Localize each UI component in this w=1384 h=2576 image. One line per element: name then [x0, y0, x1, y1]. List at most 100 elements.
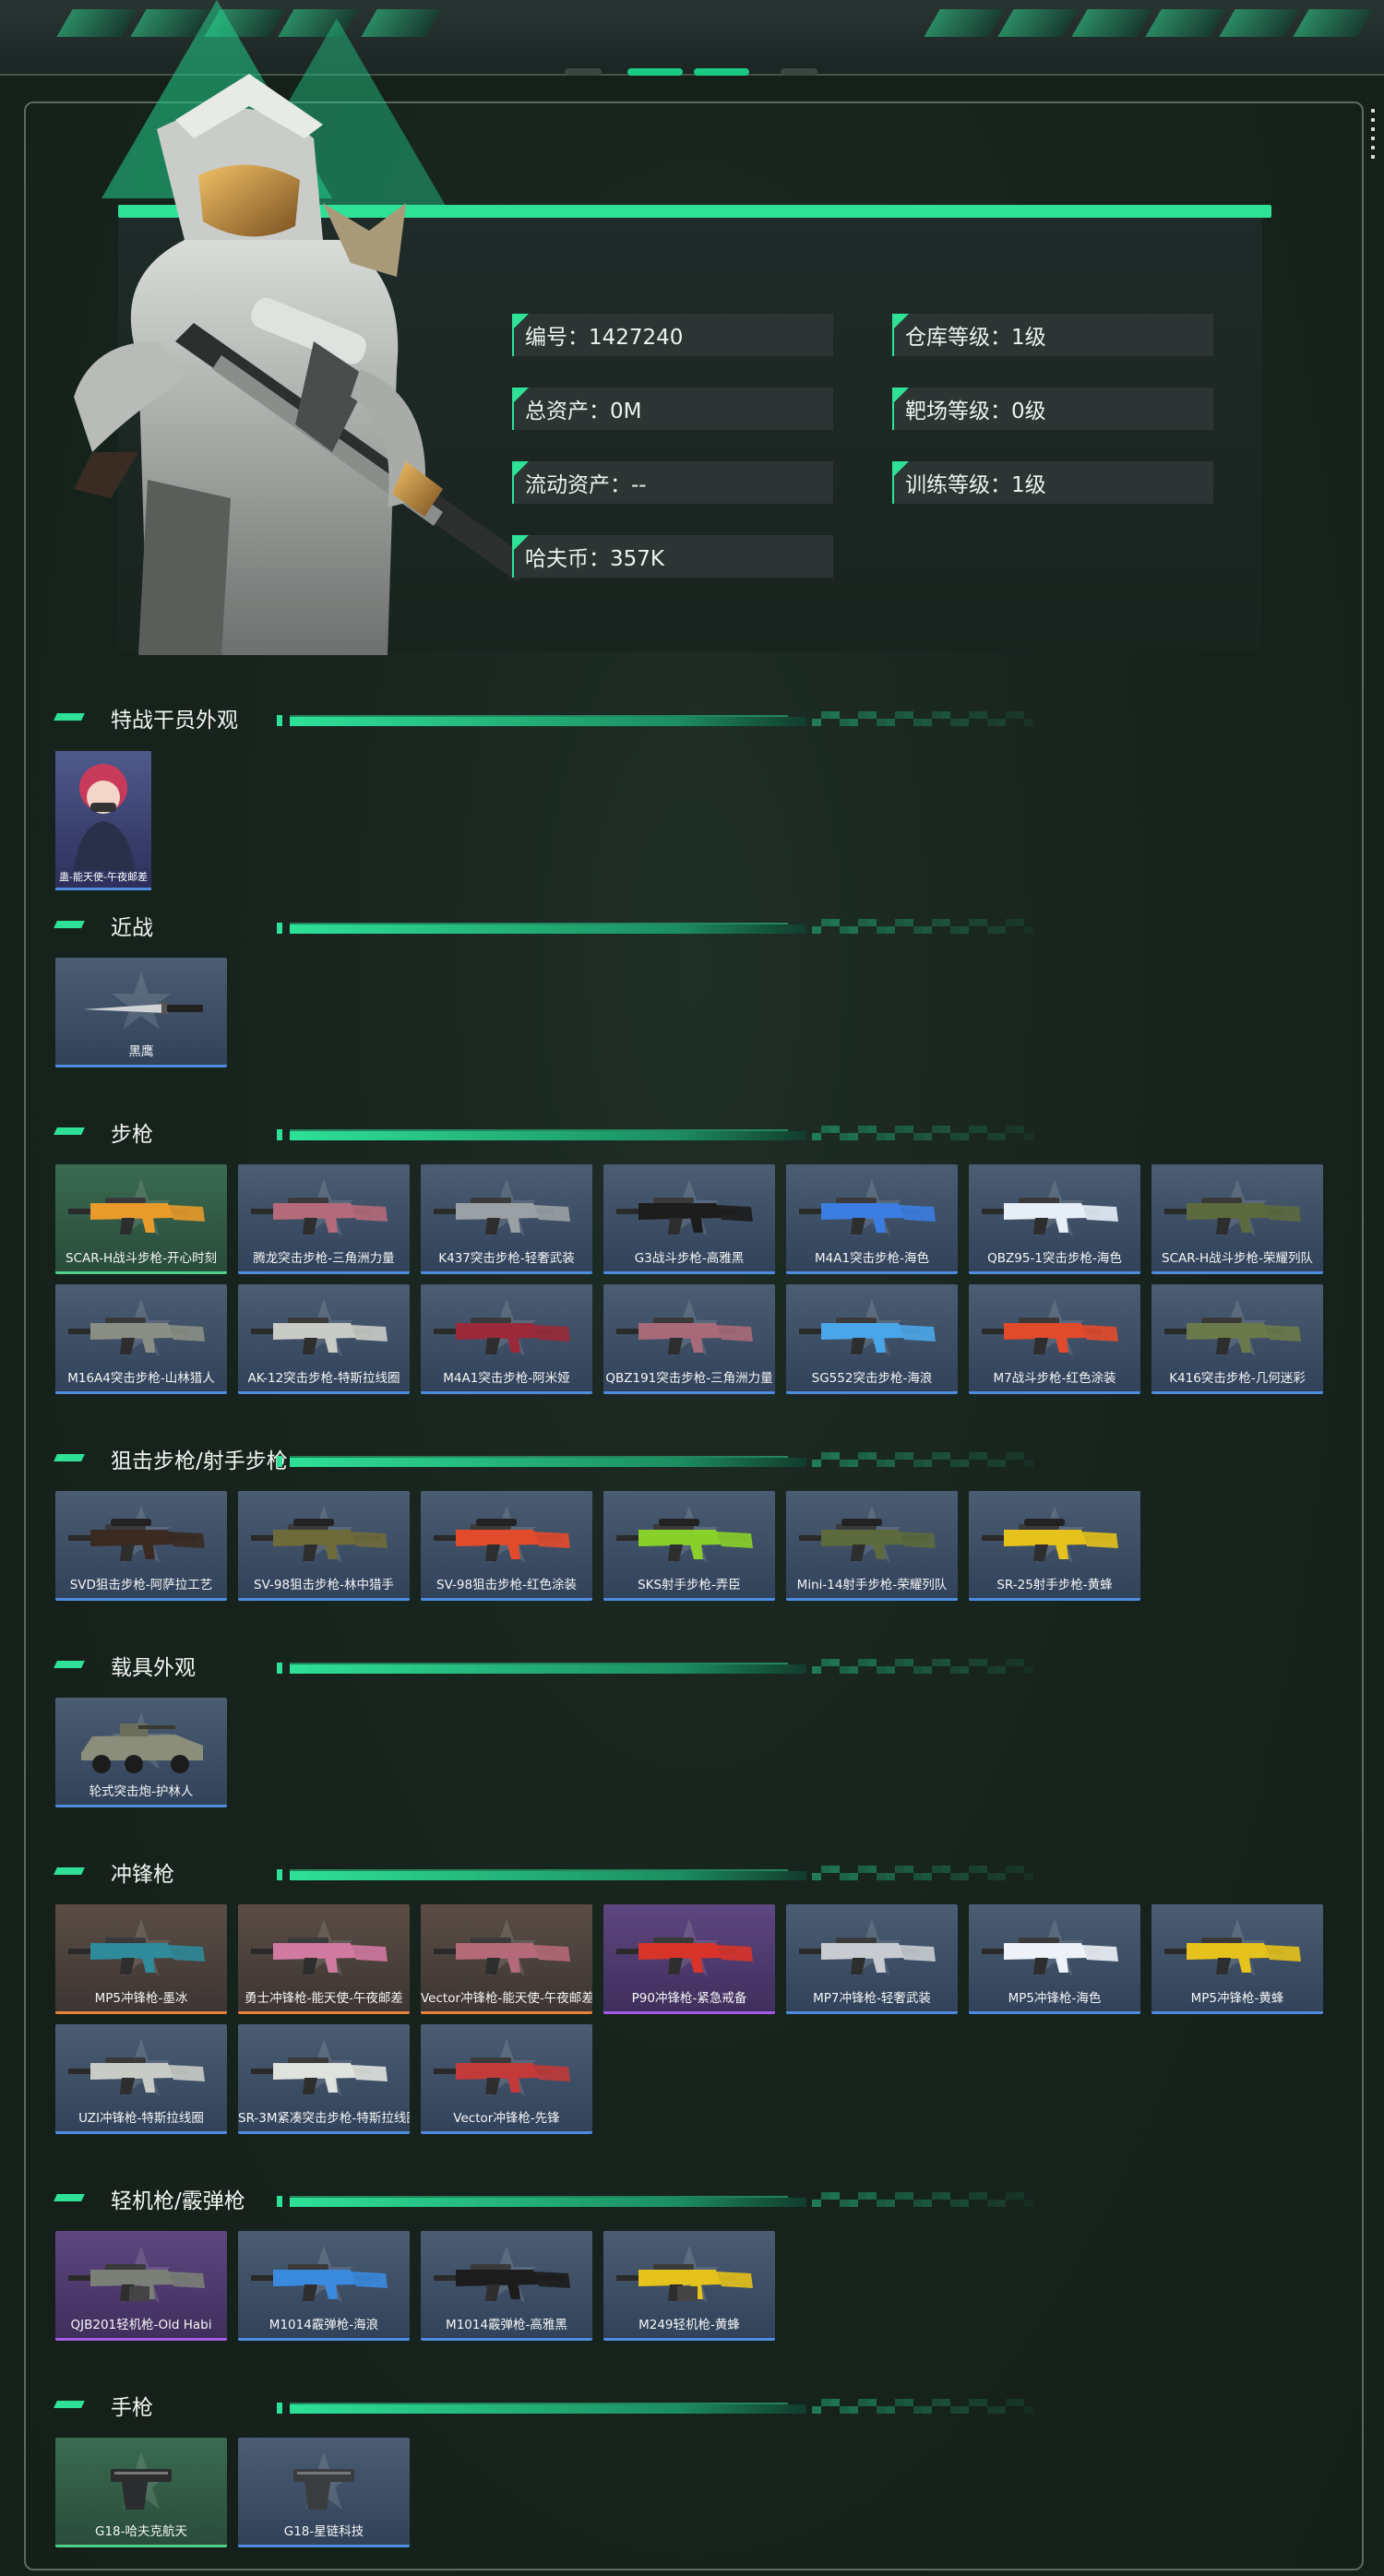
item-card[interactable]: G18-星链科技	[238, 2438, 410, 2547]
divider-part	[1015, 1126, 1024, 1133]
item-name: G3战斗步枪-高雅黑	[634, 1251, 745, 1266]
item-name: 蛊-能天使-午夜邮差	[59, 871, 148, 883]
divider-part	[932, 1126, 941, 1133]
divider-part	[904, 2192, 913, 2200]
gun-part	[507, 2078, 520, 2093]
profile-stat: 靶场等级：0级	[892, 388, 1213, 430]
item-card[interactable]: QBZ95-1突击步枪-海色	[969, 1164, 1140, 1274]
item-card[interactable]: Mini-14射手步枪-荣耀列队	[786, 1491, 958, 1601]
item-card[interactable]: SCAR-H战斗步枪-开心时刻	[55, 1164, 227, 1274]
divider-part	[960, 2200, 969, 2207]
item-card[interactable]: SVD狙击步枪-阿萨拉工艺	[55, 1491, 227, 1601]
item-card[interactable]: 蛊-能天使-午夜邮差	[55, 751, 151, 890]
item-card[interactable]: P90冲锋枪-紧急戒备	[603, 1904, 775, 2014]
item-card[interactable]: SG552突击步枪-海浪	[786, 1284, 958, 1394]
item-card[interactable]: MP5冲锋枪-海色	[969, 1904, 1140, 2014]
item-name: SV-98狙击步枪-红色涂装	[436, 1578, 577, 1592]
header-decoration	[997, 9, 1079, 37]
item-name: SG552突击步枪-海浪	[811, 1371, 933, 1386]
divider-part	[840, 1460, 849, 1467]
gun-part	[1004, 1530, 1087, 1546]
divider-part	[858, 2399, 867, 2406]
gun-part	[821, 1203, 904, 1220]
item-card[interactable]: SV-98狙击步枪-红色涂装	[421, 1491, 592, 1601]
gun-part	[90, 2063, 173, 2080]
item-card[interactable]: M7战斗步枪-红色涂装	[969, 1284, 1140, 1394]
stat-text: 仓库等级：1级	[905, 326, 1046, 350]
item-card[interactable]: SR-3M紧凑突击步枪-特斯拉线圈	[238, 2024, 410, 2134]
gun-part	[168, 1945, 205, 1962]
item-card[interactable]: 勇士冲锋枪-能天使-午夜邮差	[238, 1904, 410, 2014]
item-card[interactable]: M1014霰弹枪-高雅黑	[421, 2231, 592, 2341]
divider-part	[886, 926, 895, 934]
item-card[interactable]: M4A1突击步枪-海色	[786, 1164, 958, 1274]
item-card[interactable]: MP7冲锋枪-轻奢武装	[786, 1904, 958, 2014]
scroll-indicator[interactable]	[1371, 109, 1375, 164]
divider-part	[867, 1126, 877, 1133]
gun-part	[273, 1323, 356, 1340]
item-card[interactable]: QJB201轻机枪-Old Habi	[55, 2231, 227, 2341]
item-card[interactable]: M16A4突击步枪-山林猎人	[55, 1284, 227, 1394]
gun-part	[1056, 1958, 1068, 1973]
divider-part	[812, 1873, 821, 1880]
gun-part	[303, 1544, 317, 1561]
divider-part	[821, 2192, 830, 2200]
item-card[interactable]: Vector冲锋枪-能天使-午夜邮差	[421, 1904, 592, 2014]
item-card[interactable]: K437突击步枪-轻奢武装	[421, 1164, 592, 1274]
item-card[interactable]: 腾龙突击步枪-三角洲力量	[238, 1164, 410, 1274]
item-card[interactable]: AK-12突击步枪-特斯拉线圈	[238, 1284, 410, 1394]
item-card[interactable]: G18-哈夫克航天	[55, 2438, 227, 2547]
item-card[interactable]: QBZ191突击步枪-三角洲力量	[603, 1284, 775, 1394]
header-decoration	[1219, 9, 1300, 37]
gun-part	[533, 2065, 570, 2081]
item-card[interactable]: 黑鹰	[55, 958, 227, 1067]
gun-part	[105, 1938, 146, 1943]
item-name: SCAR-H战斗步枪-荣耀列队	[1162, 1251, 1313, 1266]
item-name: SKS射手步枪-弄臣	[638, 1578, 741, 1592]
item-card[interactable]: K416突击步枪-几何迷彩	[1151, 1284, 1323, 1394]
divider-part	[969, 2399, 978, 2406]
item-card[interactable]: M1014霰弹枪-海浪	[238, 2231, 410, 2341]
item-card[interactable]: G3战斗步枪-高雅黑	[603, 1164, 775, 1274]
item-card[interactable]: MP5冲锋枪-黄蜂	[1151, 1904, 1323, 2014]
gun-part	[325, 1218, 338, 1233]
divider-part	[895, 1866, 904, 1873]
item-name: M249轻机枪-黄蜂	[638, 2318, 740, 2332]
divider-part	[941, 919, 950, 926]
gun-part	[120, 1544, 135, 1561]
gun-part	[638, 2270, 722, 2286]
gun-part	[1216, 1338, 1231, 1354]
item-card[interactable]: M4A1突击步枪-阿米娅	[421, 1284, 592, 1394]
item-card[interactable]: UZI冲锋枪-特斯拉线圈	[55, 2024, 227, 2134]
gun-part	[533, 2272, 570, 2288]
item-card[interactable]: SV-98狙击步枪-林中猎手	[238, 1491, 410, 1601]
item-card[interactable]: M249轻机枪-黄蜂	[603, 2231, 775, 2341]
gun-part	[1056, 1218, 1068, 1233]
gun-part	[168, 2272, 205, 2288]
divider-part	[277, 923, 282, 934]
gun-part	[111, 1519, 151, 1526]
divider-part	[987, 926, 996, 934]
gun-part	[142, 1218, 155, 1233]
item-card[interactable]: SKS射手步枪-弄臣	[603, 1491, 775, 1601]
gun-part	[303, 2078, 317, 2094]
item-card[interactable]: SR-25射手步枪-黄蜂	[969, 1491, 1140, 1601]
gun-part	[288, 1318, 328, 1323]
item-card[interactable]: Vector冲锋枪-先锋	[421, 2024, 592, 2134]
item-card[interactable]: SCAR-H战斗步枪-荣耀列队	[1151, 1164, 1323, 1274]
divider-part	[978, 711, 987, 719]
divider-part	[858, 1866, 867, 1873]
divider-part	[849, 1873, 858, 1880]
gun-part	[507, 1544, 520, 1559]
item-card[interactable]: 轮式突击炮-护林人	[55, 1698, 227, 1807]
section-header: 冲锋枪	[54, 1860, 1033, 1888]
divider-part	[858, 711, 867, 719]
item-card[interactable]: MP5冲锋枪-墨冰	[55, 1904, 227, 2014]
section-header: 狙击步枪/射手步枪	[54, 1447, 1033, 1474]
section-divider	[277, 2399, 1033, 2414]
gun-part	[507, 1958, 520, 1973]
divider-part	[840, 926, 849, 934]
gun-part	[105, 1198, 146, 1203]
divider-part	[923, 2200, 932, 2207]
sniper-icon	[616, 1519, 753, 1561]
